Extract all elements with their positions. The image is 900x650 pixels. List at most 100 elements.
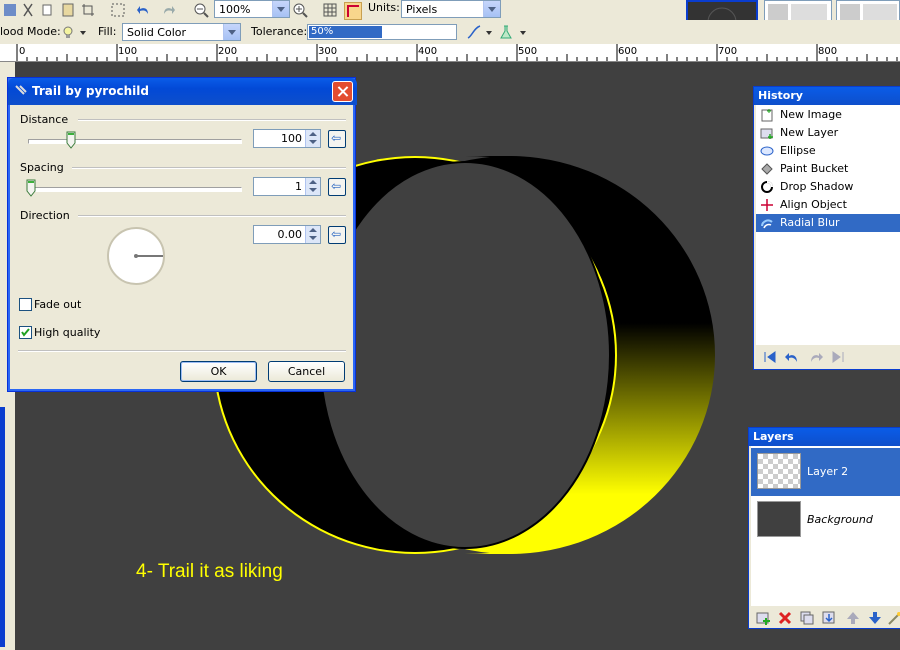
chevron-down-icon[interactable] <box>272 1 289 17</box>
move-layer-up-icon[interactable] <box>845 610 861 626</box>
zoom-out-icon[interactable] <box>193 2 209 18</box>
fade-out-label: Fade out <box>34 298 82 311</box>
flood-mode-icon[interactable] <box>60 24 76 40</box>
drop-shadow-icon <box>760 180 774 194</box>
history-titlebar[interactable]: History <box>754 87 900 105</box>
dialog-titlebar[interactable]: Trail by pyrochild <box>8 78 357 105</box>
ruler-label: 300 <box>318 46 338 57</box>
direction-dial[interactable] <box>106 226 166 289</box>
layer-row[interactable]: Background <box>751 496 900 544</box>
history-item[interactable]: New Layer <box>756 124 900 142</box>
tolerance-slider[interactable]: 50% <box>307 24 457 40</box>
deselect-icon[interactable] <box>110 2 126 18</box>
high-quality-label: High quality <box>34 326 101 339</box>
history-item[interactable]: Align Object <box>756 196 900 214</box>
spacing-spinner[interactable] <box>305 178 320 195</box>
layer-name: Layer 2 <box>807 465 849 478</box>
history-item[interactable]: Ellipse <box>756 142 900 160</box>
history-item[interactable]: New Image <box>756 106 900 124</box>
save-icon[interactable] <box>2 2 18 18</box>
antialias-icon[interactable] <box>466 24 482 40</box>
rulers-icon[interactable] <box>344 2 362 20</box>
direction-reset-button[interactable] <box>328 226 346 244</box>
distance-spinner[interactable] <box>305 130 320 147</box>
layer-row-selected[interactable]: Layer 2 <box>751 448 900 496</box>
direction-spinner[interactable] <box>305 226 320 243</box>
distance-reset-button[interactable] <box>328 130 346 148</box>
direction-input[interactable]: 0.00 <box>253 225 321 244</box>
tool-options-bar: lood Mode: Fill: Solid Color Tolerance: … <box>0 20 900 45</box>
paint-bucket-icon <box>760 162 774 176</box>
blend-mode-icon[interactable] <box>498 24 514 40</box>
units-select[interactable]: Pixels <box>401 0 501 18</box>
ellipse-icon <box>760 144 774 158</box>
rewind-icon[interactable] <box>762 349 778 365</box>
history-controls <box>756 345 900 369</box>
flood-mode-label: lood Mode: <box>0 25 61 38</box>
layers-panel: Layers Layer 2 Background <box>748 427 900 629</box>
paste-icon[interactable] <box>60 2 76 18</box>
cut-icon[interactable] <box>20 2 36 18</box>
undo-icon[interactable] <box>784 349 800 365</box>
checkmark-icon <box>21 328 30 337</box>
delete-layer-icon[interactable] <box>777 610 793 626</box>
fast-forward-icon[interactable] <box>830 349 846 365</box>
distance-slider-thumb[interactable] <box>66 131 76 149</box>
new-image-icon <box>760 108 774 122</box>
redo-icon[interactable] <box>160 2 176 18</box>
zoom-select[interactable]: 100% <box>214 0 290 18</box>
new-layer-icon <box>760 126 774 140</box>
fill-select[interactable]: Solid Color <box>122 23 241 41</box>
align-object-icon <box>760 198 774 212</box>
divider <box>78 119 346 121</box>
chevron-down-icon[interactable] <box>223 24 240 40</box>
divider <box>18 350 346 352</box>
dialog-title: Trail by pyrochild <box>32 84 149 98</box>
distance-input[interactable]: 100 <box>253 129 321 148</box>
zoom-in-icon[interactable] <box>292 2 308 18</box>
ruler-label: 100 <box>118 46 138 57</box>
redo-icon[interactable] <box>808 349 824 365</box>
undo-icon[interactable] <box>136 2 152 18</box>
cancel-button[interactable]: Cancel <box>268 361 345 382</box>
trail-dialog: Trail by pyrochild Distance 100 Spacing … <box>7 77 357 392</box>
layer-properties-icon[interactable] <box>887 610 900 626</box>
history-item[interactable]: Drop Shadow <box>756 178 900 196</box>
ruler-label: 200 <box>218 46 238 57</box>
duplicate-layer-icon[interactable] <box>799 610 815 626</box>
spacing-input[interactable]: 1 <box>253 177 321 196</box>
high-quality-checkbox[interactable] <box>19 326 32 339</box>
tutorial-caption: 4- Trail it as liking <box>136 561 283 582</box>
divider <box>72 167 346 169</box>
chevron-down-icon[interactable] <box>483 1 500 17</box>
move-layer-down-icon[interactable] <box>867 610 883 626</box>
grid-icon[interactable] <box>322 2 338 18</box>
units-label: Units: <box>368 1 400 14</box>
layer-thumbnail <box>757 501 801 537</box>
history-item-selected[interactable]: Radial Blur <box>756 214 900 232</box>
horizontal-ruler: 0 100 200 300 400 500 600 700 800 <box>0 44 900 62</box>
tolerance-label: Tolerance: <box>251 25 308 38</box>
main-toolbar: 100% Units: Pixels <box>0 0 900 44</box>
fill-label: Fill: <box>98 25 117 38</box>
history-list: New Image New Layer Ellipse Paint Bucket… <box>756 105 900 345</box>
ruler-label: 400 <box>418 46 438 57</box>
ruler-label: 500 <box>518 46 538 57</box>
fade-out-checkbox[interactable] <box>19 298 32 311</box>
crop-icon[interactable] <box>80 2 96 18</box>
layers-titlebar[interactable]: Layers <box>749 428 900 446</box>
tolerance-value: 50% <box>311 26 334 37</box>
chevron-down-icon[interactable] <box>520 31 526 35</box>
spacing-slider-thumb[interactable] <box>26 179 36 197</box>
chevron-down-icon[interactable] <box>80 31 86 35</box>
close-icon[interactable] <box>332 81 353 102</box>
add-layer-icon[interactable] <box>755 610 771 626</box>
ok-button[interactable]: OK <box>180 361 257 382</box>
history-item[interactable]: Paint Bucket <box>756 160 900 178</box>
spacing-reset-button[interactable] <box>328 178 346 196</box>
distance-slider-track[interactable] <box>28 139 242 144</box>
merge-down-icon[interactable] <box>821 610 837 626</box>
copy-icon[interactable] <box>40 2 56 18</box>
chevron-down-icon[interactable] <box>486 31 492 35</box>
spacing-slider-track[interactable] <box>28 187 242 192</box>
